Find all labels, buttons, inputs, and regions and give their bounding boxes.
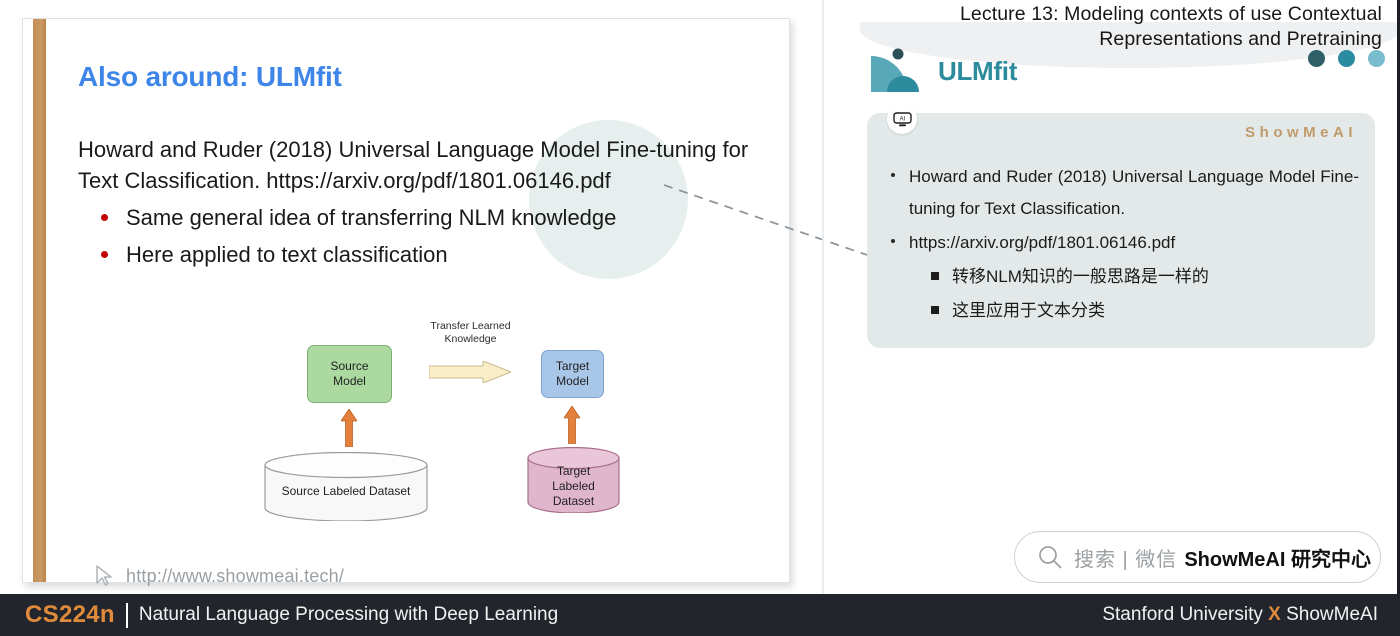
target-up-arrow-icon [564, 406, 580, 444]
lecture-title-line1: Lecture 13: Modeling contexts of use Con… [959, 3, 1382, 25]
panel-note-label: 这里应用于文本分类 [952, 301, 1105, 320]
slide-bullet-label: Same general idea of transferring NLM kn… [126, 205, 617, 230]
slide-bullet-item: Here applied to text classification [81, 240, 761, 269]
right-column: Lecture 13: Modeling contexts of use Con… [860, 0, 1400, 594]
course-name: Natural Language Processing with Deep Le… [138, 604, 559, 625]
search-placeholder: 搜索 | 微信 [1074, 548, 1178, 571]
bottom-bar: CS224n Natural Language Processing with … [0, 594, 1400, 636]
source-model-line1: Source [330, 359, 369, 373]
panel-note-list: Howard and Ruder (2018) Universal Langua… [891, 161, 1359, 329]
lecture-slide: Also around: ULMfit Howard and Ruder (20… [22, 18, 791, 586]
cursor-arrow-icon [96, 565, 112, 586]
panel-brand-showmeai: ShowMeAI [1245, 124, 1357, 141]
slide-bullet-list: Same general idea of transferring NLM kn… [81, 203, 761, 277]
ai-robot-glyph-icon: AI [892, 111, 912, 126]
vertical-divider [822, 0, 824, 594]
svg-text:AI: AI [899, 116, 905, 122]
header-dots [1308, 50, 1385, 67]
search-brand-label: ShowMeAI 研究中心 [1184, 548, 1371, 571]
ulmfit-logo-text: ULMfit [938, 56, 1018, 86]
transfer-arrow-icon [429, 361, 511, 383]
slide-footer: http://www.showmeai.tech/ [93, 564, 344, 588]
transfer-label-line2: Knowledge [444, 333, 497, 345]
target-dataset-line3: Dataset [552, 494, 595, 508]
bullet-dot-icon [101, 214, 108, 221]
bottom-bar-university: Stanford University [1102, 604, 1263, 625]
panel-note-subitem: 这里应用于文本分类 [931, 295, 1359, 327]
slide-bullet-label: Here applied to text classification [126, 242, 448, 267]
source-dataset-label: Source Labeled Dataset [281, 484, 411, 498]
bullet-dot-icon [891, 239, 895, 243]
bullet-square-icon [931, 306, 939, 314]
bottom-bar-right: Stanford University X ShowMeAI [1102, 604, 1378, 626]
notes-panel: AI ShowMeAI Howard and Ruder (2018) Univ… [867, 104, 1375, 348]
screenshot-root: Also around: ULMfit Howard and Ruder (20… [0, 0, 1400, 636]
bottom-bar-divider [125, 602, 128, 628]
transfer-knowledge-label: Transfer Learned Knowledge [403, 320, 538, 346]
bottom-bar-showmeai: ShowMeAI [1286, 604, 1378, 625]
source-model-box: Source Model [307, 345, 392, 403]
target-dataset-line2: Labeled [552, 479, 595, 493]
target-model-line2: Model [556, 374, 589, 388]
panel-note-item: https://arxiv.org/pdf/1801.06146.pdf [891, 227, 1359, 259]
search-icon [1039, 546, 1062, 569]
transfer-learning-diagram: Transfer Learned Knowledge Source Model … [23, 311, 791, 551]
source-model-line2: Model [333, 374, 366, 388]
header-dot-2-icon [1338, 50, 1355, 67]
source-up-arrow-icon [341, 409, 357, 447]
search-bar[interactable]: 搜索 | 微信 ShowMeAI 研究中心 [1014, 531, 1381, 583]
panel-note-label: 转移NLM知识的一般思路是一样的 [952, 267, 1209, 286]
bullet-dot-icon [101, 251, 108, 258]
panel-note-label[interactable]: https://arxiv.org/pdf/1801.06146.pdf [909, 227, 1175, 259]
ai-robot-icon: AI [887, 104, 917, 134]
slide-body-text: Howard and Ruder (2018) Universal Langua… [78, 137, 749, 193]
bottom-bar-x: X [1268, 604, 1281, 625]
bullet-dot-icon [891, 173, 895, 177]
target-dataset-line1: Target [556, 464, 591, 478]
transfer-label-line1: Transfer Learned [430, 320, 511, 332]
slide-bullet-item: Same general idea of transferring NLM kn… [81, 203, 761, 232]
header-dot-1-icon [1308, 50, 1325, 67]
target-model-box: Target Model [541, 350, 604, 398]
target-dataset-label: Target Labeled Dataset [527, 464, 620, 509]
slide-title: Also around: ULMfit [78, 61, 342, 92]
target-model-line1: Target [555, 359, 590, 373]
ulmfit-logo-icon [871, 48, 919, 92]
course-code: CS224n [25, 601, 115, 628]
panel-note-item: Howard and Ruder (2018) Universal Langua… [891, 161, 1359, 225]
header-dot-3-icon [1368, 50, 1385, 67]
bullet-square-icon [931, 272, 939, 280]
ulmfit-logo: ULMfit [865, 48, 1055, 96]
panel-note-label: Howard and Ruder (2018) Universal Langua… [909, 167, 1359, 218]
panel-note-subitem: 转移NLM知识的一般思路是一样的 [931, 261, 1359, 293]
lecture-title: Lecture 13: Modeling contexts of use Con… [862, 2, 1382, 52]
slide-footer-url[interactable]: http://www.showmeai.tech/ [126, 566, 344, 587]
